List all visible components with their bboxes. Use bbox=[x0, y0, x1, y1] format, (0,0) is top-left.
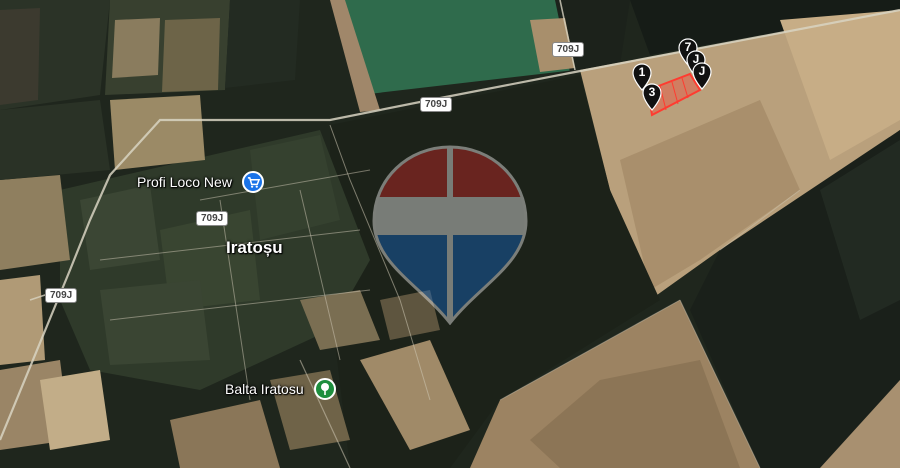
watermark-logo bbox=[372, 145, 528, 325]
marker-pin[interactable]: J bbox=[692, 62, 712, 90]
road-shield: 709J bbox=[552, 42, 585, 57]
park-tree-icon[interactable] bbox=[314, 378, 336, 400]
marker-label: 3 bbox=[648, 85, 656, 99]
shopping-cart-icon[interactable] bbox=[242, 171, 264, 193]
road-shield: 709J bbox=[45, 288, 78, 303]
marker-label: 1 bbox=[638, 65, 646, 79]
road-shield: 709J bbox=[196, 211, 229, 226]
poi-label-lake[interactable]: Balta Iratosu bbox=[225, 381, 304, 397]
town-label[interactable]: Iratoșu bbox=[226, 238, 283, 258]
marker-pin[interactable]: 3 bbox=[642, 83, 662, 111]
poi-label-shop[interactable]: Profi Loco New bbox=[137, 174, 232, 190]
marker-label: J bbox=[698, 64, 706, 78]
satellite-map[interactable]: 1 3 7 J J 709J 709J 709J 709J Profi Loco… bbox=[0, 0, 900, 468]
road-shield: 709J bbox=[420, 97, 453, 112]
